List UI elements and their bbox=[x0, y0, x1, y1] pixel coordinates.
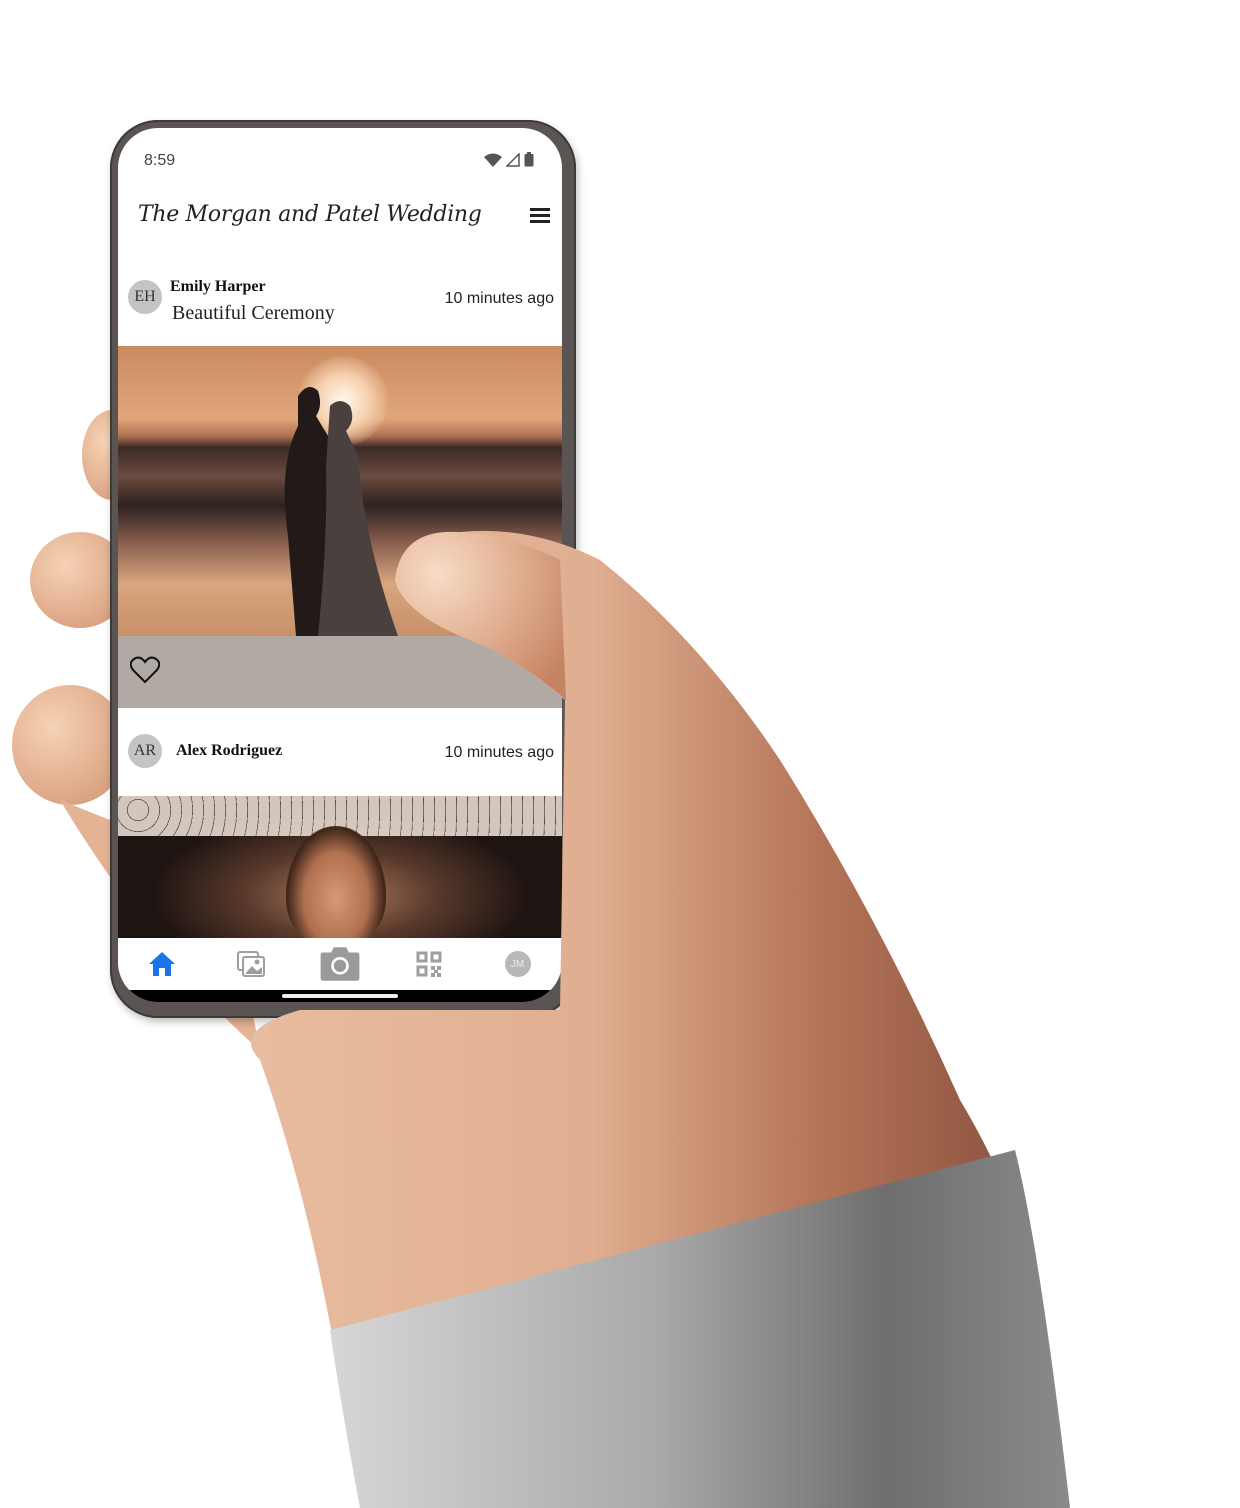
couple-silhouette bbox=[284, 387, 398, 636]
camera-icon bbox=[320, 947, 360, 981]
post-photo[interactable] bbox=[118, 796, 562, 946]
home-icon bbox=[149, 952, 176, 976]
nav-camera[interactable] bbox=[318, 944, 362, 984]
post-header: EH Emily Harper Beautiful Ceremony 10 mi… bbox=[118, 276, 562, 346]
status-bar: 8:59 bbox=[118, 128, 562, 178]
gesture-bar bbox=[118, 990, 562, 1002]
nav-gallery[interactable] bbox=[229, 944, 273, 984]
post-photo[interactable] bbox=[118, 346, 562, 636]
hamburger-menu-icon[interactable] bbox=[530, 208, 550, 224]
avatar[interactable]: AR bbox=[128, 734, 162, 768]
nav-home[interactable] bbox=[140, 944, 184, 984]
heart-icon[interactable] bbox=[130, 656, 160, 684]
post-actions bbox=[118, 636, 562, 708]
post-author[interactable]: Emily Harper bbox=[170, 278, 266, 296]
gallery-icon bbox=[237, 951, 266, 977]
post-header: AR Alex Rodriguez 10 minutes ago bbox=[118, 708, 562, 796]
battery-icon bbox=[524, 152, 534, 167]
phone-screen: 8:59 The Morgan and Patel Wedding EH Emi… bbox=[118, 128, 562, 1002]
wifi-icon bbox=[484, 153, 502, 167]
post-timestamp: 10 minutes ago bbox=[444, 290, 554, 307]
nav-qr-code[interactable] bbox=[407, 944, 451, 984]
post-caption: Beautiful Ceremony bbox=[172, 302, 335, 324]
woman-face bbox=[286, 826, 386, 946]
home-indicator[interactable] bbox=[282, 994, 398, 998]
phone-frame: 8:59 The Morgan and Patel Wedding EH Emi… bbox=[110, 120, 576, 1018]
status-icons bbox=[484, 152, 534, 167]
status-time: 8:59 bbox=[144, 152, 176, 169]
post-timestamp: 10 minutes ago bbox=[444, 744, 554, 761]
qr-code-icon bbox=[416, 951, 442, 977]
page-title: The Morgan and Patel Wedding bbox=[138, 202, 482, 227]
avatar[interactable]: EH bbox=[128, 280, 162, 314]
bottom-nav: JM bbox=[118, 938, 562, 990]
app-bar: The Morgan and Patel Wedding bbox=[118, 188, 562, 248]
avatar: JM bbox=[504, 951, 531, 977]
signal-icon bbox=[506, 152, 520, 167]
post-author[interactable]: Alex Rodriguez bbox=[176, 742, 282, 760]
nav-profile[interactable]: JM bbox=[496, 944, 540, 984]
